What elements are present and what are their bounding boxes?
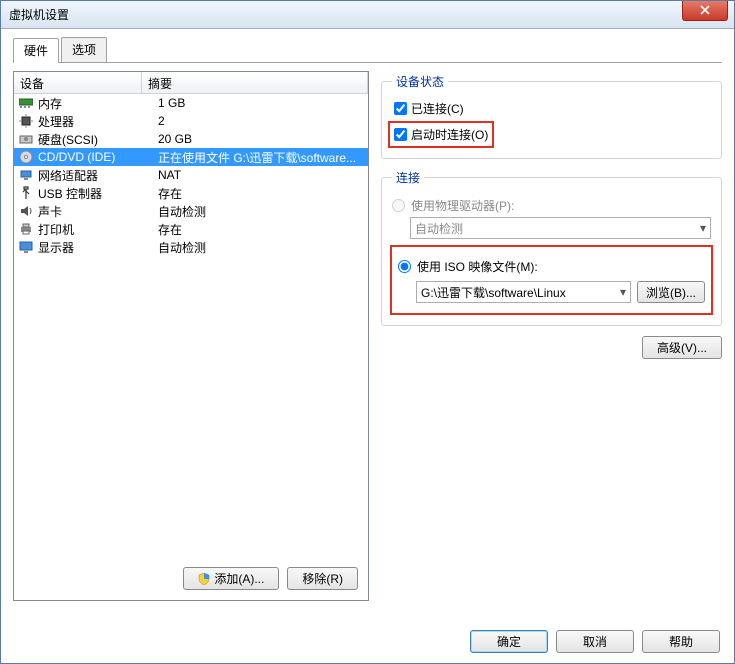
device-list: 设备 摘要 内存1 GB处理器2硬盘(SCSI)20 GBCD/DVD (IDE… xyxy=(13,71,369,601)
device-summary: NAT xyxy=(158,168,364,182)
poweron-checkbox-row[interactable]: 启动时连接(O) xyxy=(394,126,488,143)
device-name: CD/DVD (IDE) xyxy=(38,150,158,164)
connected-checkbox-row[interactable]: 已连接(C) xyxy=(394,100,711,117)
usb-icon xyxy=(18,185,34,201)
client-area: 硬件 选项 设备 摘要 内存1 GB处理器2硬盘(SCSI)20 GBCD/DV… xyxy=(1,29,734,663)
disk-icon xyxy=(18,131,34,147)
device-row[interactable]: USB 控制器存在 xyxy=(14,184,368,202)
highlight-box-iso: 使用 ISO 映像文件(M): G:\迅雷下载\software\Linux ▾… xyxy=(390,245,713,315)
device-name: 内存 xyxy=(38,95,158,112)
columns: 设备 摘要 内存1 GB处理器2硬盘(SCSI)20 GBCD/DVD (IDE… xyxy=(13,71,722,601)
advanced-row: 高级(V)... xyxy=(381,336,722,359)
connection-group: 连接 使用物理驱动器(P): 自动检测 ▾ 使 xyxy=(381,169,722,326)
physical-value: 自动检测 xyxy=(415,220,463,237)
device-summary: 存在 xyxy=(158,185,364,202)
device-summary: 20 GB xyxy=(158,132,364,146)
device-summary: 1 GB xyxy=(158,96,364,110)
dialog-footer: 确定 取消 帮助 xyxy=(470,630,720,653)
list-buttons: 添加(A)... 移除(R) xyxy=(183,567,358,590)
highlight-box-poweron: 启动时连接(O) xyxy=(388,121,494,148)
physical-radio-row[interactable]: 使用物理驱动器(P): xyxy=(392,197,711,214)
device-summary: 自动检测 xyxy=(158,203,364,220)
network-icon xyxy=(18,167,34,183)
iso-row: G:\迅雷下载\software\Linux ▾ 浏览(B)... xyxy=(416,281,705,303)
iso-label: 使用 ISO 映像文件(M): xyxy=(417,258,538,275)
cpu-icon xyxy=(18,113,34,129)
device-summary: 2 xyxy=(158,114,364,128)
cd-icon xyxy=(18,149,34,165)
ok-button[interactable]: 确定 xyxy=(470,630,548,653)
device-row[interactable]: 声卡自动检测 xyxy=(14,202,368,220)
device-name: 声卡 xyxy=(38,203,158,220)
poweron-checkbox[interactable] xyxy=(394,128,407,141)
chevron-down-icon: ▾ xyxy=(620,285,626,299)
close-button[interactable] xyxy=(682,1,728,21)
browse-button[interactable]: 浏览(B)... xyxy=(637,281,705,303)
physical-label: 使用物理驱动器(P): xyxy=(411,197,514,214)
device-row[interactable]: 打印机存在 xyxy=(14,220,368,238)
cancel-button[interactable]: 取消 xyxy=(556,630,634,653)
add-button[interactable]: 添加(A)... xyxy=(183,567,279,590)
device-row[interactable]: 网络适配器NAT xyxy=(14,166,368,184)
display-icon xyxy=(18,239,34,255)
iso-radio-row[interactable]: 使用 ISO 映像文件(M): xyxy=(398,258,705,275)
advanced-button[interactable]: 高级(V)... xyxy=(642,336,722,359)
close-icon xyxy=(700,5,710,15)
physical-radio xyxy=(392,199,405,212)
add-label: 添加(A)... xyxy=(214,570,264,587)
device-name: 处理器 xyxy=(38,113,158,130)
tab-options[interactable]: 选项 xyxy=(61,37,107,62)
connected-label: 已连接(C) xyxy=(411,100,464,117)
iso-path-combo[interactable]: G:\迅雷下载\software\Linux ▾ xyxy=(416,281,631,303)
device-row[interactable]: 硬盘(SCSI)20 GB xyxy=(14,130,368,148)
shield-icon xyxy=(198,573,210,585)
device-name: 硬盘(SCSI) xyxy=(38,131,158,148)
device-name: 显示器 xyxy=(38,239,158,256)
iso-path-value: G:\迅雷下载\software\Linux xyxy=(421,284,566,301)
right-column: 设备状态 已连接(C) 启动时连接(O) 连接 xyxy=(381,71,722,601)
device-summary: 自动检测 xyxy=(158,239,364,256)
poweron-label: 启动时连接(O) xyxy=(411,126,488,143)
col-summary[interactable]: 摘要 xyxy=(142,72,368,93)
titlebar: 虚拟机设置 xyxy=(1,1,734,29)
device-row[interactable]: 显示器自动检测 xyxy=(14,238,368,256)
vm-settings-window: 虚拟机设置 硬件 选项 设备 摘要 内存1 GB处理器2硬盘(SCSI)20 G… xyxy=(0,0,735,664)
left-column: 设备 摘要 内存1 GB处理器2硬盘(SCSI)20 GBCD/DVD (IDE… xyxy=(13,71,369,601)
window-title: 虚拟机设置 xyxy=(9,6,69,23)
memory-icon xyxy=(18,95,34,111)
list-body: 内存1 GB处理器2硬盘(SCSI)20 GBCD/DVD (IDE)正在使用文… xyxy=(14,94,368,256)
sound-icon xyxy=(18,203,34,219)
tab-hardware[interactable]: 硬件 xyxy=(13,38,59,63)
device-row[interactable]: 内存1 GB xyxy=(14,94,368,112)
chevron-down-icon: ▾ xyxy=(700,221,706,235)
connection-legend: 连接 xyxy=(392,169,424,186)
device-status-group: 设备状态 已连接(C) 启动时连接(O) xyxy=(381,73,722,159)
device-summary: 存在 xyxy=(158,221,364,238)
device-row[interactable]: 处理器2 xyxy=(14,112,368,130)
device-name: 打印机 xyxy=(38,221,158,238)
remove-button[interactable]: 移除(R) xyxy=(287,567,358,590)
iso-radio[interactable] xyxy=(398,260,411,273)
status-legend: 设备状态 xyxy=(392,73,448,90)
device-summary: 正在使用文件 G:\迅雷下载\software... xyxy=(158,149,364,166)
list-header: 设备 摘要 xyxy=(14,72,368,94)
printer-icon xyxy=(18,221,34,237)
device-name: USB 控制器 xyxy=(38,185,158,202)
device-name: 网络适配器 xyxy=(38,167,158,184)
connected-checkbox[interactable] xyxy=(394,102,407,115)
tab-strip: 硬件 选项 xyxy=(13,37,722,63)
help-button[interactable]: 帮助 xyxy=(642,630,720,653)
physical-drive-combo: 自动检测 ▾ xyxy=(410,217,711,239)
col-device[interactable]: 设备 xyxy=(14,72,142,93)
device-row[interactable]: CD/DVD (IDE)正在使用文件 G:\迅雷下载\software... xyxy=(14,148,368,166)
